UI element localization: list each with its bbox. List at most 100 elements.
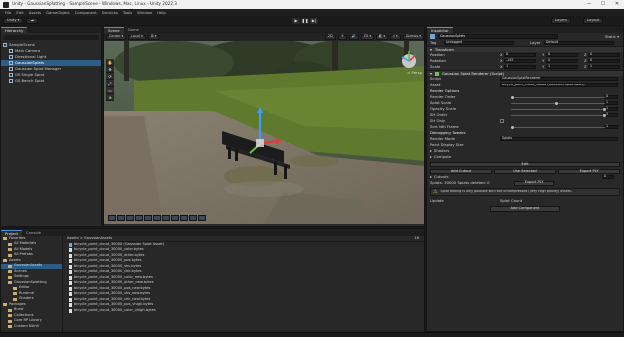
- camera-dropdown[interactable]: ⌖ ▾: [390, 34, 401, 40]
- edit-tool-icon[interactable]: [189, 215, 197, 221]
- gameobject-icon: [9, 67, 13, 71]
- maximize-button[interactable]: ☐: [596, 0, 610, 9]
- rect-tool-icon[interactable]: ▭: [106, 87, 114, 94]
- minimize-button[interactable]: —: [582, 0, 596, 9]
- search-folder-icon: [8, 248, 12, 252]
- scene-viewport[interactable]: ✋ ✥ ⟳ ⤢ ▭ ⊕ < Persp: [104, 41, 424, 224]
- tag-dropdown[interactable]: Untagged: [444, 40, 514, 46]
- compute-foldout[interactable]: ▸ Compute: [427, 154, 623, 160]
- cutouts-count-field[interactable]: 0: [601, 174, 614, 180]
- export-ply-button[interactable]: Export PLY: [514, 180, 554, 186]
- menu-gameobject[interactable]: GameObject: [46, 10, 70, 15]
- hierarchy-search-input[interactable]: [3, 35, 99, 40]
- gizmos-dropdown[interactable]: Gizmos ▾: [402, 34, 424, 40]
- grid-snap-dropdown[interactable]: ⊞ ▾: [147, 34, 160, 40]
- perspective-label[interactable]: < Persp: [407, 71, 422, 75]
- file-icon: [69, 270, 72, 275]
- static-dropdown[interactable]: Static ▾: [605, 34, 619, 39]
- hand-tool-icon[interactable]: ✋: [106, 59, 114, 66]
- edit-tool-icon[interactable]: [126, 215, 134, 221]
- effects-dropdown[interactable]: FX ▾: [360, 34, 375, 40]
- pivot-center-dropdown[interactable]: Center ▾: [106, 34, 127, 40]
- menu-tools[interactable]: Tools: [123, 10, 132, 15]
- move-tool-icon[interactable]: ✥: [106, 66, 114, 73]
- audio-toggle-icon[interactable]: 🔊: [348, 34, 359, 40]
- file-item[interactable]: bicycle_point_cloud_30000_color_vhigh.by…: [64, 308, 424, 314]
- tab-hierarchy[interactable]: Hierarchy: [1, 27, 28, 33]
- file-icon: [69, 248, 72, 253]
- slider-knob[interactable]: [555, 101, 558, 105]
- menu-file[interactable]: File: [5, 10, 11, 15]
- tag-label: Tag: [430, 40, 437, 46]
- lighting-toggle-icon[interactable]: ☀: [337, 34, 347, 40]
- gameobject-icon: [9, 61, 13, 65]
- slider-knob[interactable]: [603, 113, 606, 117]
- hierarchy-item[interactable]: GS Bench Splat: [1, 78, 101, 84]
- layout-dropdown[interactable]: Layout: [583, 17, 604, 24]
- file-icon: [69, 303, 72, 308]
- project-panel: Project Console Favorites All Materials …: [0, 228, 425, 337]
- step-button[interactable]: ▶|: [310, 17, 318, 24]
- render-order-field[interactable]: 0: [604, 94, 618, 100]
- asset-field[interactable]: bicycle_point_cloud_30000 (Gaussian Spla…: [500, 82, 618, 88]
- edit-tool-icon[interactable]: [162, 215, 170, 221]
- menu-component[interactable]: Component: [75, 10, 97, 15]
- edit-tool-icon[interactable]: [171, 215, 179, 221]
- edit-tool-icon[interactable]: [144, 215, 152, 221]
- opacity-scale-field[interactable]: 1: [604, 106, 618, 112]
- object-name-field[interactable]: GaussianSplats: [438, 34, 558, 39]
- sort-frame-slider[interactable]: [511, 127, 605, 128]
- menu-assets[interactable]: Assets: [29, 10, 41, 15]
- menu-window[interactable]: Window: [137, 10, 152, 15]
- folder-icon: [8, 270, 12, 274]
- scale-tool-icon[interactable]: ⤢: [106, 80, 114, 87]
- slider-knob[interactable]: [511, 125, 514, 129]
- 2d-toggle[interactable]: 2D: [324, 34, 336, 40]
- render-order-slider[interactable]: [511, 97, 605, 98]
- sh-order-field[interactable]: 3: [604, 112, 618, 118]
- scene-icon: [3, 43, 7, 47]
- tree-item[interactable]: Custom NUnit: [1, 324, 62, 330]
- menu-edit[interactable]: Edit: [16, 10, 23, 15]
- enabled-checkbox[interactable]: [434, 71, 439, 76]
- edit-button[interactable]: Edit: [430, 162, 620, 167]
- splat-count-label: Splats: 30000 Splats deleted: 0: [430, 181, 490, 185]
- edit-tool-icon[interactable]: [180, 215, 188, 221]
- layer-dropdown[interactable]: Default: [544, 40, 614, 46]
- edit-tool-icon[interactable]: [108, 215, 116, 221]
- slider-knob[interactable]: [511, 95, 514, 99]
- search-folder-icon: [8, 242, 12, 246]
- pivot-local-dropdown[interactable]: Local ▾: [128, 34, 146, 40]
- draw-mode-dropdown[interactable]: ◧ ▾: [376, 34, 389, 40]
- cutouts-foldout[interactable]: Cutouts: [434, 175, 602, 179]
- use-selected-button[interactable]: Use Selected: [494, 169, 556, 174]
- gameobject-icon: [9, 49, 13, 53]
- layers-dropdown[interactable]: Layers: [551, 17, 571, 24]
- transform-tool-icon[interactable]: ⊕: [106, 94, 114, 101]
- menu-services[interactable]: Services: [102, 10, 118, 15]
- sort-frame-field[interactable]: 1: [604, 124, 618, 130]
- rotate-tool-icon[interactable]: ⟳: [106, 73, 114, 80]
- edit-tool-icon[interactable]: [153, 215, 161, 221]
- render-mode-dropdown[interactable]: Splats: [500, 136, 618, 142]
- edit-tool-icon[interactable]: [198, 215, 206, 221]
- splat-scale-field[interactable]: 1: [604, 100, 618, 106]
- slider-knob[interactable]: [603, 107, 606, 111]
- sh-order-slider[interactable]: [511, 115, 605, 116]
- cloud-icon[interactable]: ☁: [26, 17, 38, 24]
- tab-inspector[interactable]: Inspector: [427, 27, 453, 33]
- menu-help[interactable]: Help: [157, 10, 166, 15]
- pause-button[interactable]: ❚❚: [301, 17, 309, 24]
- opacity-scale-slider[interactable]: [511, 109, 605, 110]
- edit-tool-icon[interactable]: [117, 215, 125, 221]
- add-component-button[interactable]: Add Component: [490, 206, 560, 212]
- file-icon: [69, 264, 72, 269]
- account-button[interactable]: Unity ▾: [3, 17, 24, 24]
- close-button[interactable]: ✕: [610, 0, 624, 9]
- folder-icon: [8, 275, 12, 279]
- export-ply-row-button[interactable]: Export PLY: [558, 169, 620, 174]
- play-button[interactable]: ▶: [292, 17, 300, 24]
- edit-tool-icon[interactable]: [135, 215, 143, 221]
- sh-only-checkbox[interactable]: [500, 119, 504, 123]
- splat-scale-slider[interactable]: [511, 103, 605, 104]
